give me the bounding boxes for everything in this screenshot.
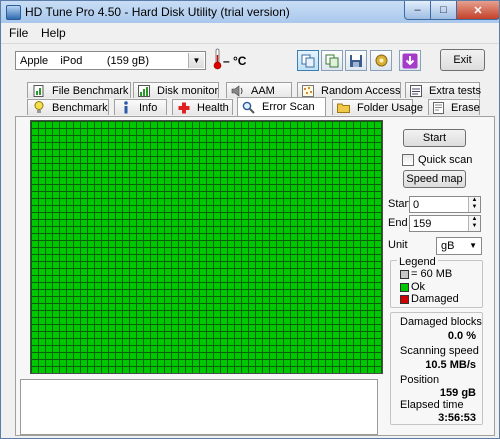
info-icon xyxy=(119,101,132,114)
hd-tune-app-icon xyxy=(6,5,21,20)
menu-file[interactable]: File xyxy=(9,26,28,40)
start-button[interactable]: Start xyxy=(403,129,466,147)
legend-swatch-damaged xyxy=(400,295,409,304)
start-field-label: Start xyxy=(388,198,412,210)
tab-label: Disk monitor xyxy=(157,84,219,97)
window-title: HD Tune Pro 4.50 - Hard Disk Utility (tr… xyxy=(25,5,290,19)
close-button[interactable]: ✕ xyxy=(456,1,499,20)
tab-label: Error Scan xyxy=(262,101,315,113)
tab-label: Folder Usage xyxy=(357,101,424,114)
tab-file-benchmark[interactable]: File Benchmark xyxy=(27,82,131,98)
chevron-down-icon: ▼ xyxy=(469,241,477,250)
unit-select[interactable]: gB ▼ xyxy=(436,237,482,255)
tab-random-access[interactable]: Random Access xyxy=(297,82,401,98)
unit-select-value: gB xyxy=(441,240,455,252)
legend-title: Legend xyxy=(397,256,438,268)
tab-extra-tests[interactable]: Extra tests xyxy=(405,82,481,98)
chevron-down-icon[interactable]: ▼ xyxy=(188,53,204,68)
speed-map-button[interactable]: Speed map xyxy=(403,170,466,188)
speaker-icon xyxy=(231,84,244,97)
maximize-button[interactable]: □ xyxy=(430,1,457,20)
position-value: 159 gB xyxy=(439,387,476,399)
tab-label: Info xyxy=(139,101,158,114)
extra-tests-icon xyxy=(410,84,422,97)
copy-text-icon xyxy=(301,54,315,67)
error-scan-block-map xyxy=(30,120,383,374)
tab-label: Random Access xyxy=(321,84,401,97)
end-field-value: 159 xyxy=(413,218,432,230)
end-field-label: End xyxy=(388,217,408,229)
damaged-blocks-label: Damaged blocks xyxy=(400,316,482,328)
app-window: HD Tune Pro 4.50 - Hard Disk Utility (tr… xyxy=(0,0,500,439)
folder-icon xyxy=(337,102,350,114)
download-button[interactable] xyxy=(399,50,421,71)
error-scan-panel: Start Quick scan Speed map Start 0 ▲ ▼ En… xyxy=(15,116,495,436)
legend-ok: Ok xyxy=(411,281,426,293)
elapsed-time-label: Elapsed time xyxy=(400,399,464,411)
tab-error-scan[interactable]: Error Scan xyxy=(237,97,326,116)
options-button[interactable] xyxy=(370,50,392,71)
file-benchmark-icon xyxy=(32,84,45,97)
menu-bar: File Help xyxy=(1,23,499,43)
quick-scan-checkbox[interactable] xyxy=(402,154,414,166)
random-access-icon xyxy=(302,84,314,97)
copy-screenshot-icon xyxy=(325,54,339,67)
spinner-arrows-icon[interactable]: ▲ ▼ xyxy=(468,216,480,231)
tab-label: Benchmark xyxy=(52,101,108,114)
elapsed-time-value: 3:56:53 xyxy=(438,412,476,424)
legend-swatch-ok xyxy=(400,283,409,292)
scanning-speed-label: Scanning speed xyxy=(400,345,479,357)
disk-monitor-icon xyxy=(138,84,150,97)
tab-folder-usage[interactable]: Folder Usage xyxy=(332,99,423,115)
legend-block-size: = 60 MB xyxy=(411,268,453,280)
options-icon xyxy=(375,54,387,67)
tab-label: File Benchmark xyxy=(52,84,129,97)
legend-swatch-block xyxy=(400,270,409,279)
tab-disk-monitor[interactable]: Disk monitor xyxy=(133,82,219,98)
erase-icon xyxy=(433,101,444,114)
drive-select[interactable]: Apple iPod (159 gB) ▼ xyxy=(15,51,206,70)
tab-benchmark[interactable]: Benchmark xyxy=(27,99,109,115)
scanning-speed-value: 10.5 MB/s xyxy=(425,359,476,371)
menu-help[interactable]: Help xyxy=(41,26,66,40)
legend-damaged: Damaged xyxy=(411,293,459,305)
tab-health[interactable]: Health xyxy=(172,99,233,115)
end-field[interactable]: 159 ▲ ▼ xyxy=(409,215,481,232)
benchmark-icon xyxy=(32,101,45,114)
magnifier-icon xyxy=(242,101,255,114)
scan-log-area xyxy=(20,379,378,435)
save-button[interactable] xyxy=(345,50,367,71)
tab-aam[interactable]: AAM xyxy=(226,82,292,98)
drive-select-value: Apple iPod (159 gB) xyxy=(20,55,150,67)
save-icon xyxy=(350,54,362,67)
temperature-readout: – °C xyxy=(223,54,247,68)
quick-scan-label: Quick scan xyxy=(418,154,473,166)
tab-label: Erase xyxy=(451,101,480,114)
minimize-button[interactable]: – xyxy=(404,1,431,20)
title-bar: HD Tune Pro 4.50 - Hard Disk Utility (tr… xyxy=(1,1,499,23)
spinner-arrows-icon[interactable]: ▲ ▼ xyxy=(468,197,480,212)
start-field[interactable]: 0 ▲ ▼ xyxy=(409,196,481,213)
tab-label: Health xyxy=(197,101,229,114)
download-icon xyxy=(402,53,418,68)
damaged-blocks-value: 0.0 % xyxy=(447,330,476,342)
health-cross-icon xyxy=(177,102,190,114)
toolbar: Apple iPod (159 gB) ▼ – °C Exit xyxy=(1,43,499,76)
exit-button[interactable]: Exit xyxy=(440,49,485,71)
unit-label: Unit xyxy=(388,239,408,251)
tab-label: Extra tests xyxy=(429,84,481,97)
start-field-value: 0 xyxy=(413,199,420,211)
thermometer-icon xyxy=(213,48,222,70)
tab-label: AAM xyxy=(251,84,275,97)
position-label: Position xyxy=(400,374,440,386)
tab-erase[interactable]: Erase xyxy=(428,99,480,115)
tab-info[interactable]: Info xyxy=(114,99,167,115)
copy-screenshot-button[interactable] xyxy=(321,50,343,71)
copy-text-button[interactable] xyxy=(297,50,319,71)
